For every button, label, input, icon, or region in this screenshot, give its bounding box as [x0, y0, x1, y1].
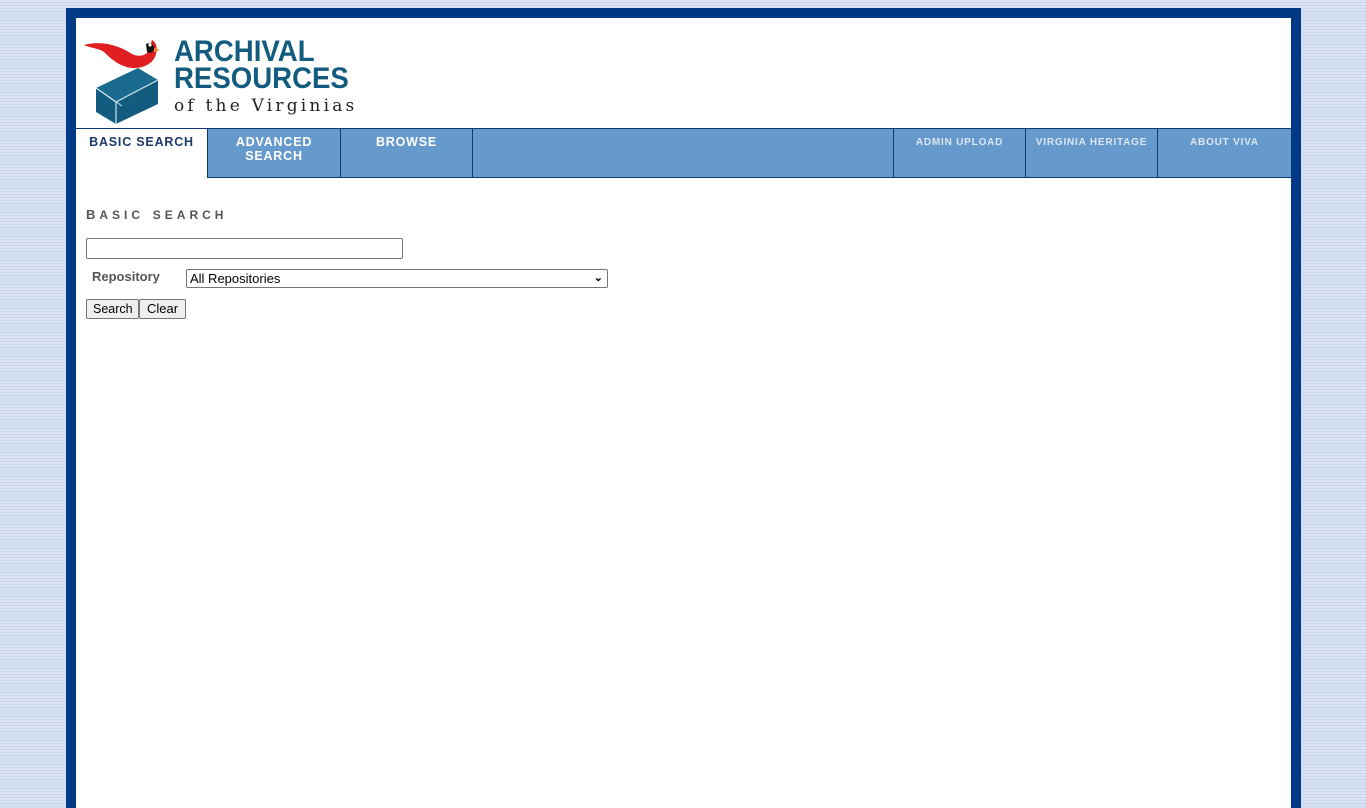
main-content: Basic search Repository All Repositories… [86, 203, 608, 319]
search-input[interactable] [86, 238, 403, 259]
tab-about-viva[interactable]: About VIVA [1158, 129, 1291, 178]
chevron-down-icon: ⌄ [593, 272, 603, 284]
logo-line-2: RESOURCES [174, 62, 349, 95]
cardinal-box-icon [84, 28, 160, 124]
tab-virginia-heritage[interactable]: Virginia Heritage [1026, 129, 1158, 178]
tab-browse[interactable]: Browse [341, 129, 473, 178]
site-logo[interactable]: ARCHIVAL RESOURCES of the Virginias [82, 24, 362, 124]
header: ARCHIVAL RESOURCES of the Virginias [76, 18, 1291, 128]
tab-advanced-search[interactable]: Advanced Search [208, 129, 341, 178]
repository-select[interactable]: All Repositories ⌄ [186, 269, 608, 288]
search-button[interactable]: Search [86, 299, 139, 319]
tab-basic-search[interactable]: Basic Search [76, 129, 208, 178]
page: ARCHIVAL RESOURCES of the Virginias Basi… [76, 18, 1291, 808]
tab-admin-upload[interactable]: Admin Upload [893, 129, 1026, 178]
logo-line-3: of the Virginias [174, 96, 358, 116]
page-title: Basic search [86, 203, 227, 225]
clear-button[interactable]: Clear [139, 299, 186, 319]
page-title-rest: asic search [99, 204, 228, 223]
main-nav: Basic Search Advanced Search Browse Admi… [76, 128, 1291, 178]
outer-frame: ARCHIVAL RESOURCES of the Virginias Basi… [66, 8, 1301, 808]
repository-label: Repository [92, 269, 160, 284]
page-title-initial: B [86, 203, 100, 224]
repository-selected-value: All Repositories [190, 271, 281, 286]
